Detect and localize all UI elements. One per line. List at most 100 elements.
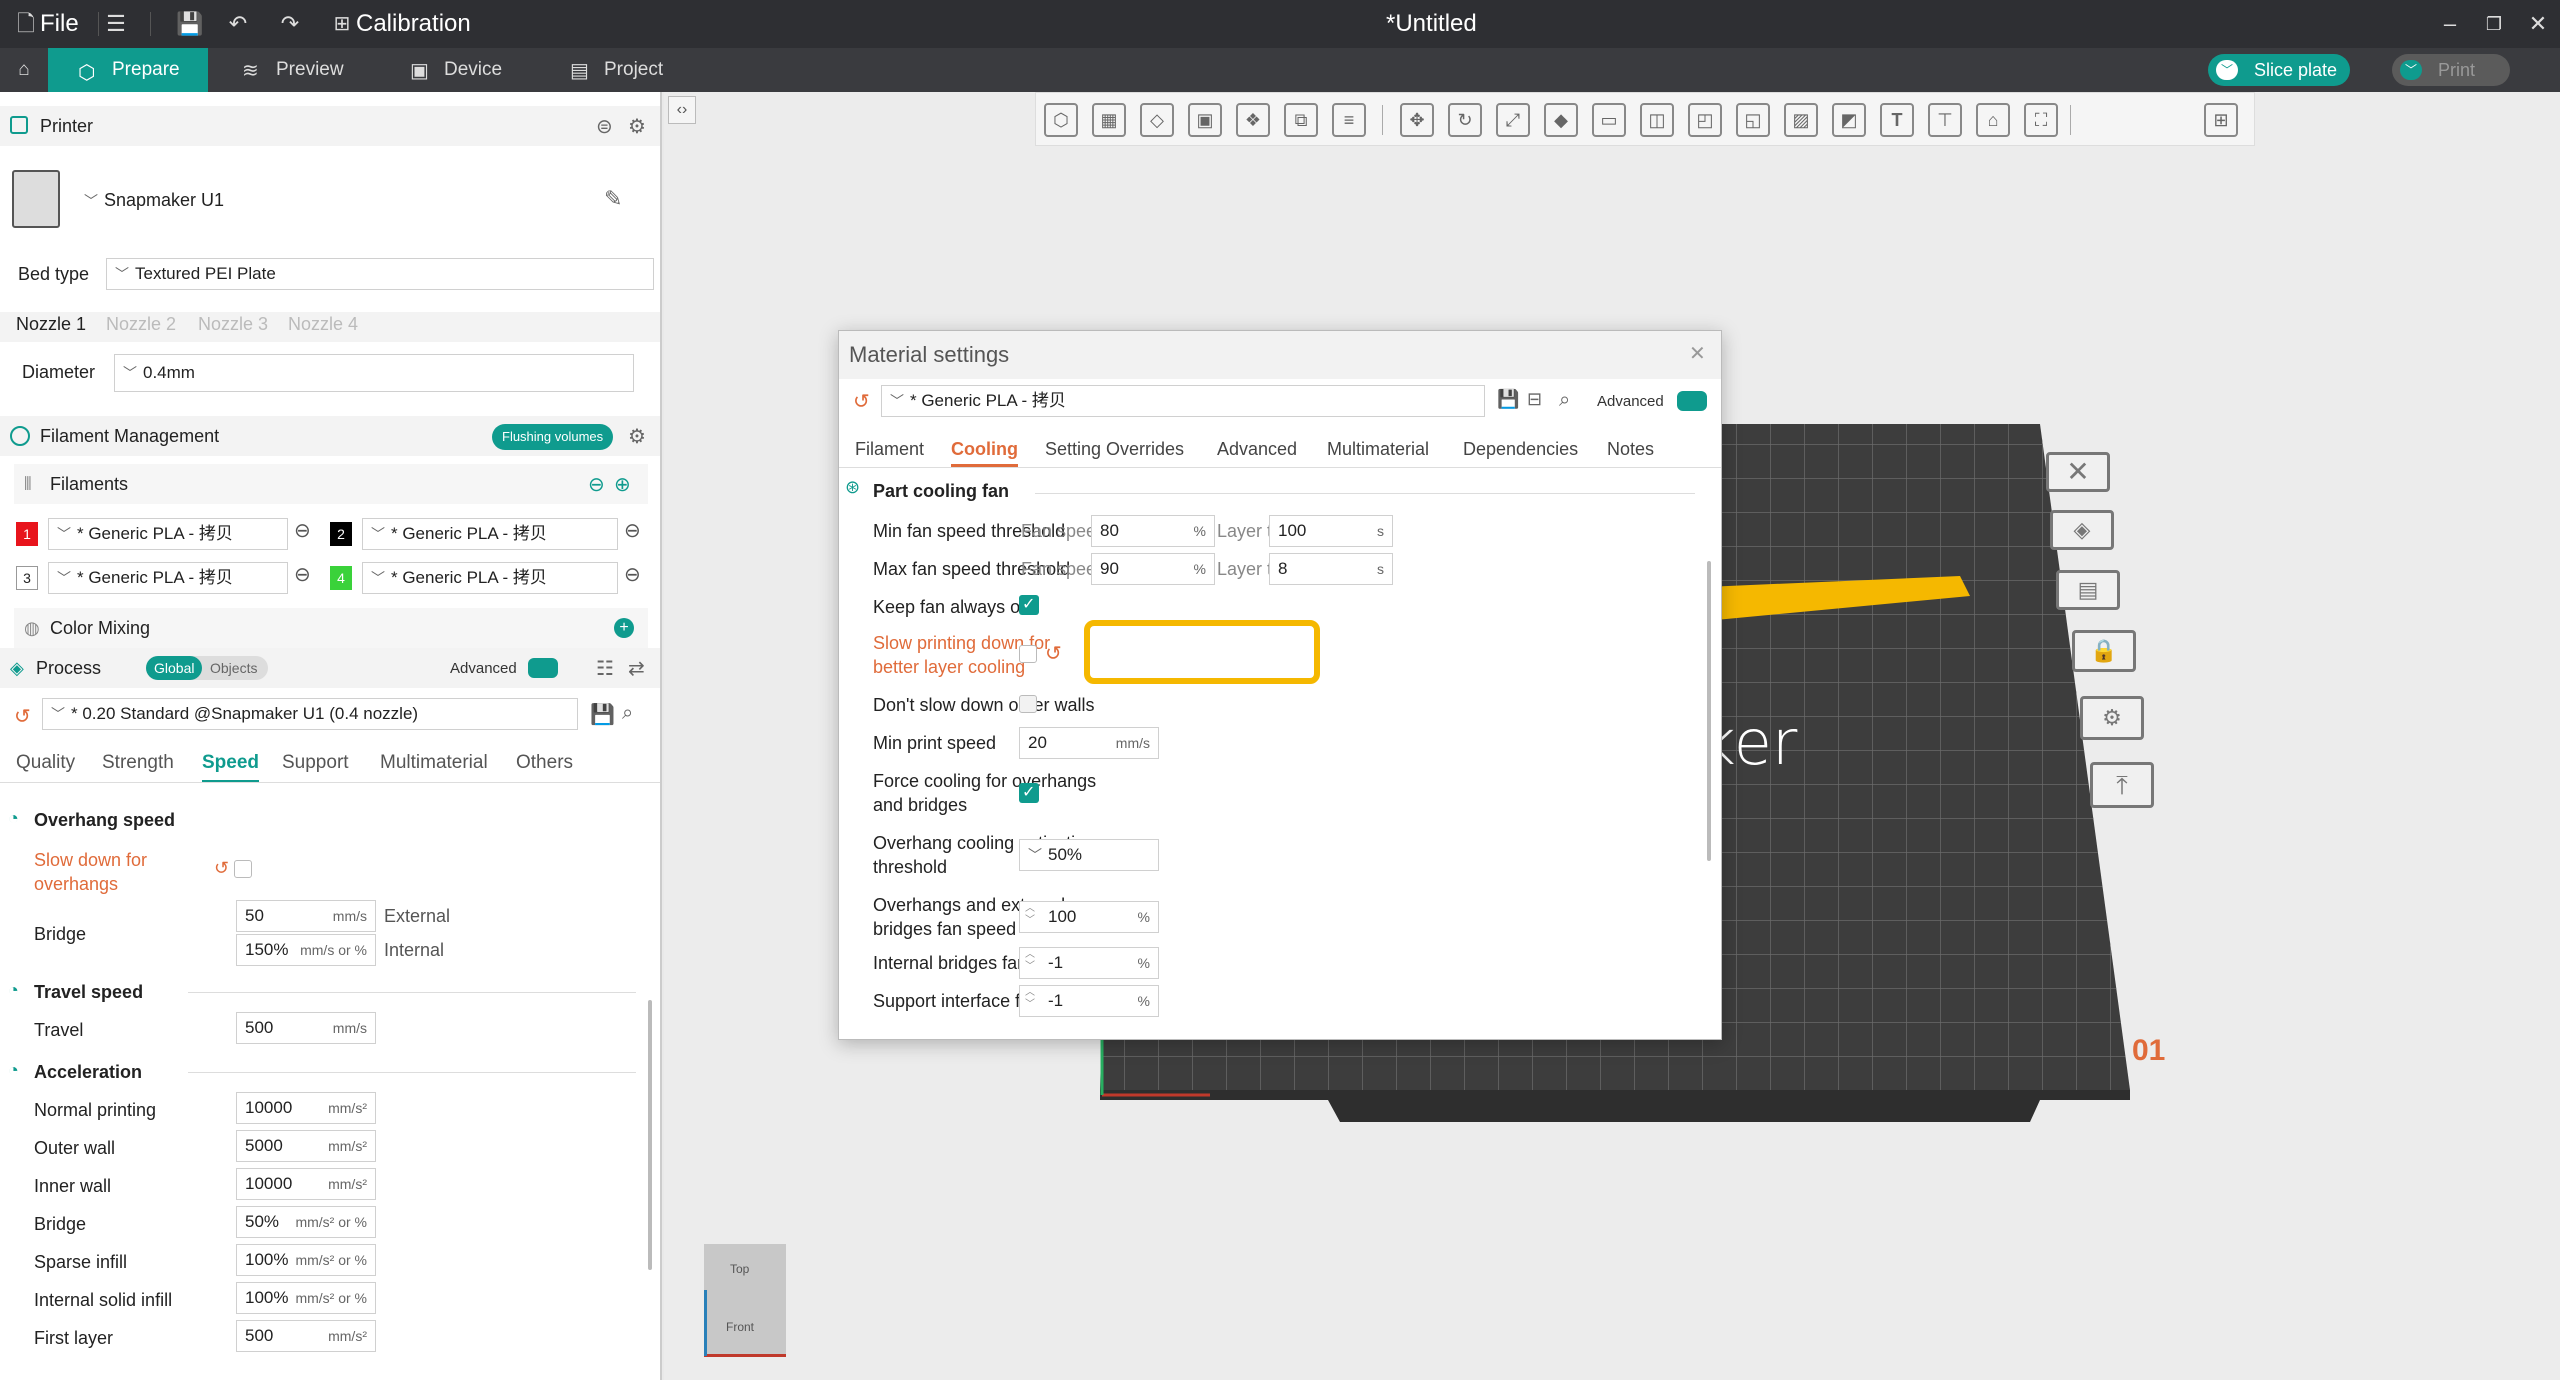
redo-icon[interactable]: ↷: [276, 10, 304, 38]
fuzzy-skin-icon[interactable]: ▨: [1784, 103, 1818, 137]
accel-inner-wall-input[interactable]: 10000 mm/s²: [236, 1168, 376, 1200]
tab-multimaterial[interactable]: Multimaterial: [1327, 439, 1429, 460]
tab-nozzle-4[interactable]: Nozzle 4: [288, 314, 358, 335]
close-icon[interactable]: ✕: [1689, 341, 1706, 366]
chevron-down-icon[interactable]: ﹀: [2400, 60, 2422, 80]
variable-layer-icon[interactable]: ⊞: [2204, 103, 2238, 137]
filament-4-swatch[interactable]: 4: [330, 566, 352, 590]
process-preset-select[interactable]: ﹀ * 0.20 Standard @Snapmaker U1 (0.4 nozz…: [42, 698, 578, 730]
settings-icon[interactable]: ⚙: [628, 424, 646, 449]
search-icon[interactable]: ⌕: [1559, 389, 1570, 412]
support-paint-icon[interactable]: ◰: [1688, 103, 1722, 137]
bridge-internal-input[interactable]: 150% mm/s or %: [236, 934, 376, 966]
force-cooling-checkbox[interactable]: [1019, 782, 1039, 803]
spin-arrows-icon[interactable]: ︿ ﹀: [1025, 987, 1035, 1011]
edit-icon[interactable]: ✎: [604, 186, 622, 212]
color-paint-icon[interactable]: ◩: [1832, 103, 1866, 137]
tab-nozzle-3[interactable]: Nozzle 3: [198, 314, 268, 335]
lock-plate-icon[interactable]: 🔒: [2072, 630, 2136, 672]
min-print-speed-input[interactable]: 20 mm/s: [1019, 727, 1159, 759]
objects-option[interactable]: Objects: [210, 660, 257, 676]
search-icon[interactable]: ⌕: [622, 702, 633, 725]
color-mixing-header[interactable]: Color Mixing: [14, 608, 648, 648]
filament-1-options-icon[interactable]: ⊖: [294, 518, 311, 543]
measure-icon[interactable]: ⊤: [1928, 103, 1962, 137]
add-cube-icon[interactable]: ⬡: [1044, 103, 1078, 137]
split-parts-icon[interactable]: ⧉: [1284, 103, 1318, 137]
filament-preset-select[interactable]: ﹀ * Generic PLA - 拷贝: [881, 385, 1485, 417]
reset-icon[interactable]: ↺: [853, 389, 870, 414]
reset-icon[interactable]: ↺: [214, 858, 229, 879]
advanced-toggle[interactable]: [528, 658, 558, 678]
calibration-icon[interactable]: ⊞: [328, 10, 356, 38]
close-icon[interactable]: ✕: [2524, 10, 2552, 38]
calibration-menu[interactable]: Calibration: [356, 0, 471, 48]
assembly-icon[interactable]: ⌂: [1976, 103, 2010, 137]
tab-nozzle-2[interactable]: Nozzle 2: [106, 314, 176, 335]
delete-plate-icon[interactable]: ✕: [2046, 452, 2110, 492]
filament-3-options-icon[interactable]: ⊖: [294, 562, 311, 587]
filament-1-swatch[interactable]: 1: [16, 522, 38, 546]
max-layer-time-input[interactable]: 8s: [1269, 553, 1393, 585]
lay-on-face-icon[interactable]: ◆: [1544, 103, 1578, 137]
restore-icon[interactable]: ❐: [2480, 10, 2508, 38]
accel-outer-wall-input[interactable]: 5000 mm/s²: [236, 1130, 376, 1162]
tab-strength[interactable]: Strength: [102, 752, 174, 774]
menu-icon[interactable]: ☰: [102, 10, 130, 38]
accel-first-layer-input[interactable]: 500 mm/s²: [236, 1320, 376, 1352]
minimize-icon[interactable]: –: [2436, 10, 2464, 38]
tab-multimaterial[interactable]: Multimaterial: [380, 752, 488, 774]
grid-icon[interactable]: ▦: [1092, 103, 1126, 137]
save-icon[interactable]: 💾: [1497, 389, 1519, 410]
tab-dependencies[interactable]: Dependencies: [1463, 439, 1578, 460]
tab-support[interactable]: Support: [282, 752, 349, 774]
add-filament-icon[interactable]: ⊕: [614, 472, 631, 497]
save-icon[interactable]: 💾: [176, 10, 204, 38]
filament-2-swatch[interactable]: 2: [330, 522, 352, 546]
accel-normal-input[interactable]: 10000 mm/s²: [236, 1092, 376, 1124]
plate-settings-icon[interactable]: ⚙: [2080, 696, 2144, 740]
filament-3-select[interactable]: ﹀ * Generic PLA - 拷贝: [48, 562, 288, 594]
min-fan-speed-input[interactable]: 80%: [1091, 515, 1215, 547]
tab-advanced[interactable]: Advanced: [1217, 439, 1297, 460]
file-icon[interactable]: 🗋: [12, 10, 40, 38]
seam-paint-icon[interactable]: ◱: [1736, 103, 1770, 137]
diameter-select[interactable]: ﹀ 0.4mm: [114, 354, 634, 392]
add-icon[interactable]: +: [614, 618, 634, 638]
travel-input[interactable]: 500 mm/s: [236, 1012, 376, 1044]
undo-icon[interactable]: ↶: [224, 10, 252, 38]
internal-bridges-fan-input[interactable]: -1%: [1019, 947, 1159, 979]
arrange-icon[interactable]: ▣: [1188, 103, 1222, 137]
layers-icon[interactable]: ≡: [1332, 103, 1366, 137]
filament-2-options-icon[interactable]: ⊖: [624, 518, 641, 543]
filament-2-select[interactable]: ﹀ * Generic PLA - 拷贝: [362, 518, 618, 550]
list-icon[interactable]: ☷: [596, 656, 614, 681]
move-to-top-icon[interactable]: ⤒: [2090, 762, 2154, 808]
tab-quality[interactable]: Quality: [16, 752, 75, 774]
slow-down-overhangs-checkbox[interactable]: [234, 860, 252, 878]
file-menu[interactable]: File: [40, 0, 79, 48]
sync-icon[interactable]: ⊜: [596, 114, 613, 139]
tab-setting-overrides[interactable]: Setting Overrides: [1045, 439, 1184, 460]
filament-3-swatch[interactable]: 3: [16, 566, 38, 590]
printer-select[interactable]: ﹀ Snapmaker U1: [84, 190, 224, 211]
tab-notes[interactable]: Notes: [1607, 439, 1654, 460]
reset-icon[interactable]: ↺: [1045, 641, 1062, 666]
arrange-plate-icon[interactable]: ▤: [2056, 570, 2120, 610]
brim-ears-icon[interactable]: ⛶: [2024, 103, 2058, 137]
delete-preset-icon[interactable]: ⊟: [1527, 389, 1542, 410]
accel-internal-solid-infill-input[interactable]: 100% mm/s² or %: [236, 1282, 376, 1314]
dialog-scrollbar[interactable]: [1707, 561, 1711, 861]
tab-others[interactable]: Others: [516, 752, 573, 774]
min-layer-time-input[interactable]: 100 s: [1269, 515, 1393, 547]
tab-prepare[interactable]: Prepare: [48, 48, 208, 92]
scale-icon[interactable]: ⤢: [1496, 103, 1530, 137]
rotate-icon[interactable]: ↻: [1448, 103, 1482, 137]
global-option[interactable]: Global: [146, 656, 203, 680]
dont-slow-outer-walls-checkbox[interactable]: [1019, 695, 1037, 713]
advanced-toggle[interactable]: [1677, 391, 1707, 411]
chevron-down-icon[interactable]: ﹀: [2216, 60, 2238, 80]
reset-icon[interactable]: ↺: [14, 704, 31, 729]
filament-4-select[interactable]: ﹀ * Generic PLA - 拷贝: [362, 562, 618, 594]
sidebar-scrollbar[interactable]: [648, 1000, 652, 1270]
